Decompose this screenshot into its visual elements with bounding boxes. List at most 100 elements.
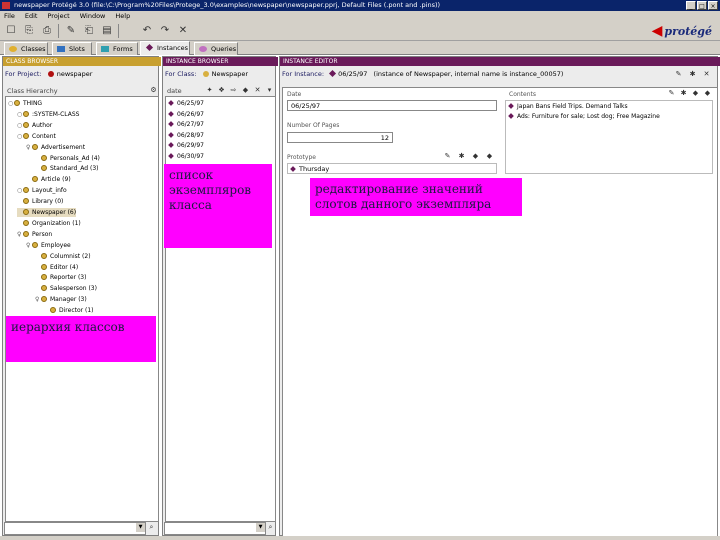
add-prototype-icon[interactable]: ✎: [443, 152, 452, 161]
view-instance-icon[interactable]: ◆: [241, 86, 250, 95]
chevron-down-icon[interactable]: ▼: [256, 523, 265, 532]
instance-label: 06/29/97: [177, 142, 204, 149]
tree-item-label: Article (9): [41, 176, 71, 184]
contents-list[interactable]: Japan Bans Field Trips. Demand Talks Ads…: [505, 100, 713, 174]
menu-window[interactable]: Window: [80, 11, 106, 21]
tree-item[interactable]: ○ Content: [17, 132, 56, 141]
minimize-button[interactable]: _: [686, 1, 696, 10]
tree-item[interactable]: ♀ Manager (3): [35, 295, 87, 304]
menu-project[interactable]: Project: [47, 11, 69, 21]
tree-item[interactable]: Article (9): [26, 175, 71, 184]
class-browser-header: CLASS BROWSER: [3, 57, 161, 66]
date-label: Date: [287, 91, 302, 98]
delete-icon[interactable]: ✕: [702, 70, 711, 79]
list-item[interactable]: 06/30/97: [168, 152, 204, 161]
tree-item[interactable]: ♀ Advertisement: [26, 143, 85, 152]
tree-item[interactable]: ○ THING: [8, 99, 42, 108]
tree-item[interactable]: Director (1): [44, 306, 94, 315]
tree-item-label: :SYSTEM-CLASS: [32, 110, 80, 118]
instance-menu-icon[interactable]: ▾: [265, 86, 274, 95]
instance-name: 06/25/97: [338, 70, 368, 78]
add-content-icon[interactable]: ✎: [667, 89, 676, 98]
view-references-icon[interactable]: ✱: [688, 70, 697, 79]
create-prototype-icon[interactable]: ✱: [457, 152, 466, 161]
tree-item[interactable]: ♀ Employee: [26, 241, 71, 250]
menu-help[interactable]: Help: [115, 11, 130, 21]
menu-file[interactable]: File: [4, 11, 15, 21]
list-item[interactable]: Japan Bans Field Trips. Demand Talks: [508, 102, 628, 111]
tree-item[interactable]: ○ Layout_info: [17, 186, 67, 195]
instance-list[interactable]: 06/25/97 06/26/97 06/27/97 06/28/97 06/29/97…: [165, 96, 276, 522]
class-icon: [23, 187, 29, 194]
list-item[interactable]: 06/28/97: [168, 131, 204, 140]
new-icon[interactable]: ☐: [4, 24, 18, 38]
date-field[interactable]: 06/25/97: [287, 100, 497, 111]
copy-icon[interactable]: ⎗: [82, 24, 96, 38]
redo-icon[interactable]: ↷: [158, 24, 172, 38]
tree-item[interactable]: ♀ Person: [17, 230, 52, 239]
chevron-down-icon[interactable]: ▼: [136, 523, 145, 532]
list-item[interactable]: Ads: Furniture for sale; Lost dog; Free …: [508, 112, 660, 121]
menu-edit[interactable]: Edit: [25, 11, 38, 21]
open-icon[interactable]: ⎘: [22, 24, 36, 38]
delete-content-icon[interactable]: ◆: [703, 89, 712, 98]
for-class-label: For Class:: [165, 70, 197, 78]
copy-instance-icon[interactable]: ❖: [217, 86, 226, 95]
instance-editor-panel: INSTANCE EDITOR For Instance: 06/25/97 (…: [279, 56, 720, 537]
tree-item[interactable]: Standard_Ad (3): [35, 164, 99, 173]
tab-queries[interactable]: Queries: [194, 42, 238, 55]
close-button[interactable]: ×: [708, 1, 718, 10]
remove-content-icon[interactable]: ◆: [691, 89, 700, 98]
list-item[interactable]: 06/29/97: [168, 141, 204, 150]
class-tree[interactable]: ○ THING ○:SYSTEM-CLASS ○ Author ○ Content ♀ Adve…: [5, 96, 159, 522]
undo-icon[interactable]: ↶: [140, 24, 154, 38]
list-item[interactable]: 06/27/97: [168, 120, 204, 129]
delete-icon[interactable]: ✕: [176, 24, 190, 38]
list-item[interactable]: 06/25/97: [168, 99, 204, 108]
tree-item[interactable]: ○:SYSTEM-CLASS: [17, 110, 80, 119]
instance-icon: [329, 69, 337, 78]
tree-item[interactable]: Editor (4): [35, 263, 78, 272]
tree-item[interactable]: Reporter (3): [35, 273, 86, 282]
content-item-label: Ads: Furniture for sale; Lost dog; Free …: [517, 113, 660, 120]
find-instance-icon[interactable]: ⌕: [266, 523, 275, 532]
tab-slots[interactable]: Slots: [52, 42, 92, 55]
find-class-icon[interactable]: ⌕: [147, 523, 156, 532]
create-instance-icon[interactable]: ✦: [205, 86, 214, 95]
tree-item[interactable]: Columnist (2): [35, 252, 91, 261]
content-item-label: Japan Bans Field Trips. Demand Talks: [517, 103, 628, 110]
tree-item[interactable]: Newspaper (6): [17, 208, 77, 217]
create-content-icon[interactable]: ✱: [679, 89, 688, 98]
instance-search-combo[interactable]: ▼: [164, 522, 266, 535]
save-icon[interactable]: ⎙: [40, 24, 54, 38]
tree-item[interactable]: Personals_Ad (4): [35, 154, 100, 163]
tree-item[interactable]: ○ Author: [17, 121, 52, 130]
tree-item[interactable]: Organization (1): [17, 219, 81, 228]
pages-field[interactable]: 12: [287, 132, 393, 143]
class-icon: [202, 71, 209, 77]
instance-icon: [168, 110, 174, 117]
tree-item-label: Organization (1): [32, 219, 81, 227]
tab-forms[interactable]: Forms: [96, 42, 138, 55]
delete-prototype-icon[interactable]: ◆: [485, 152, 494, 161]
class-hierarchy-label: Class Hierarchy: [7, 87, 58, 95]
callout-instances: список экземпляров класса: [164, 164, 272, 248]
edit-icon[interactable]: ✎: [674, 70, 683, 79]
tab-classes[interactable]: Classes: [4, 42, 48, 55]
delete-instance-icon[interactable]: ✕: [253, 86, 262, 95]
tab-instances[interactable]: Instances: [140, 41, 190, 55]
paste-icon[interactable]: ▤: [100, 24, 114, 38]
tree-item[interactable]: Salesperson (3): [35, 284, 97, 293]
class-icon: [23, 110, 29, 117]
tree-item[interactable]: Library (0): [17, 197, 63, 206]
class-search-combo[interactable]: ▼: [4, 522, 146, 535]
class-menu-icon[interactable]: ⚙: [149, 86, 158, 95]
prototype-list[interactable]: Thursday: [287, 163, 497, 174]
maximize-button[interactable]: □: [697, 1, 707, 10]
form-icon: [101, 46, 109, 52]
list-item[interactable]: 06/26/97: [168, 110, 204, 119]
remove-prototype-icon[interactable]: ◆: [471, 152, 480, 161]
reference-icon[interactable]: ⇨: [229, 86, 238, 95]
cut-icon[interactable]: ✎: [64, 24, 78, 38]
project-name: newspaper: [56, 70, 93, 78]
